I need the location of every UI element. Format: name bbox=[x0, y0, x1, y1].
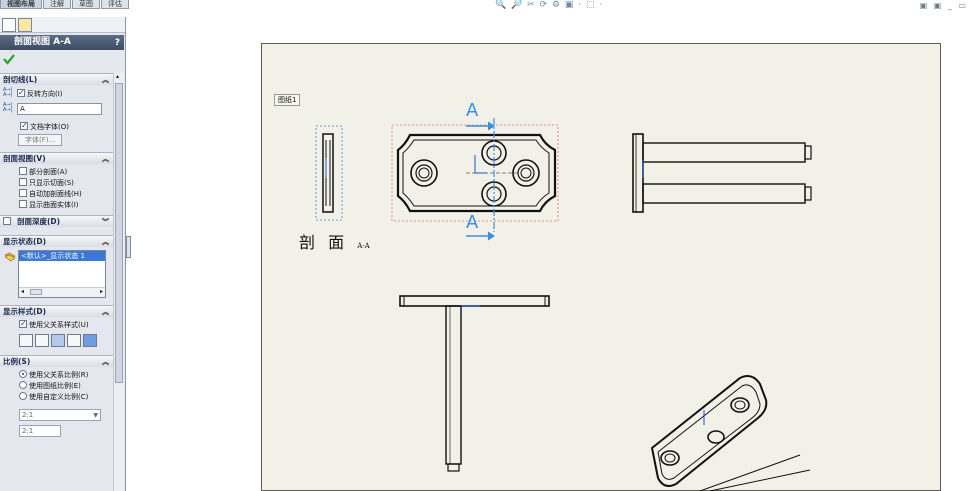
section-view-caption[interactable]: 剖 面 A-A bbox=[299, 229, 370, 253]
section-view-aa[interactable] bbox=[315, 125, 343, 221]
isometric-view[interactable] bbox=[650, 375, 811, 491]
solidworks-window: 视图布局 注解 草图 评估 🔍 🔎 ✂ ⟳ ⚙ ▣ · ⬚ · ▣ ▣ _ ▭ … bbox=[0, 0, 970, 491]
drawing-views bbox=[315, 118, 812, 491]
side-view[interactable] bbox=[632, 133, 812, 213]
section-letter-bottom: A bbox=[466, 212, 479, 233]
top-view[interactable] bbox=[399, 295, 550, 472]
section-letter-top: A bbox=[466, 100, 479, 121]
